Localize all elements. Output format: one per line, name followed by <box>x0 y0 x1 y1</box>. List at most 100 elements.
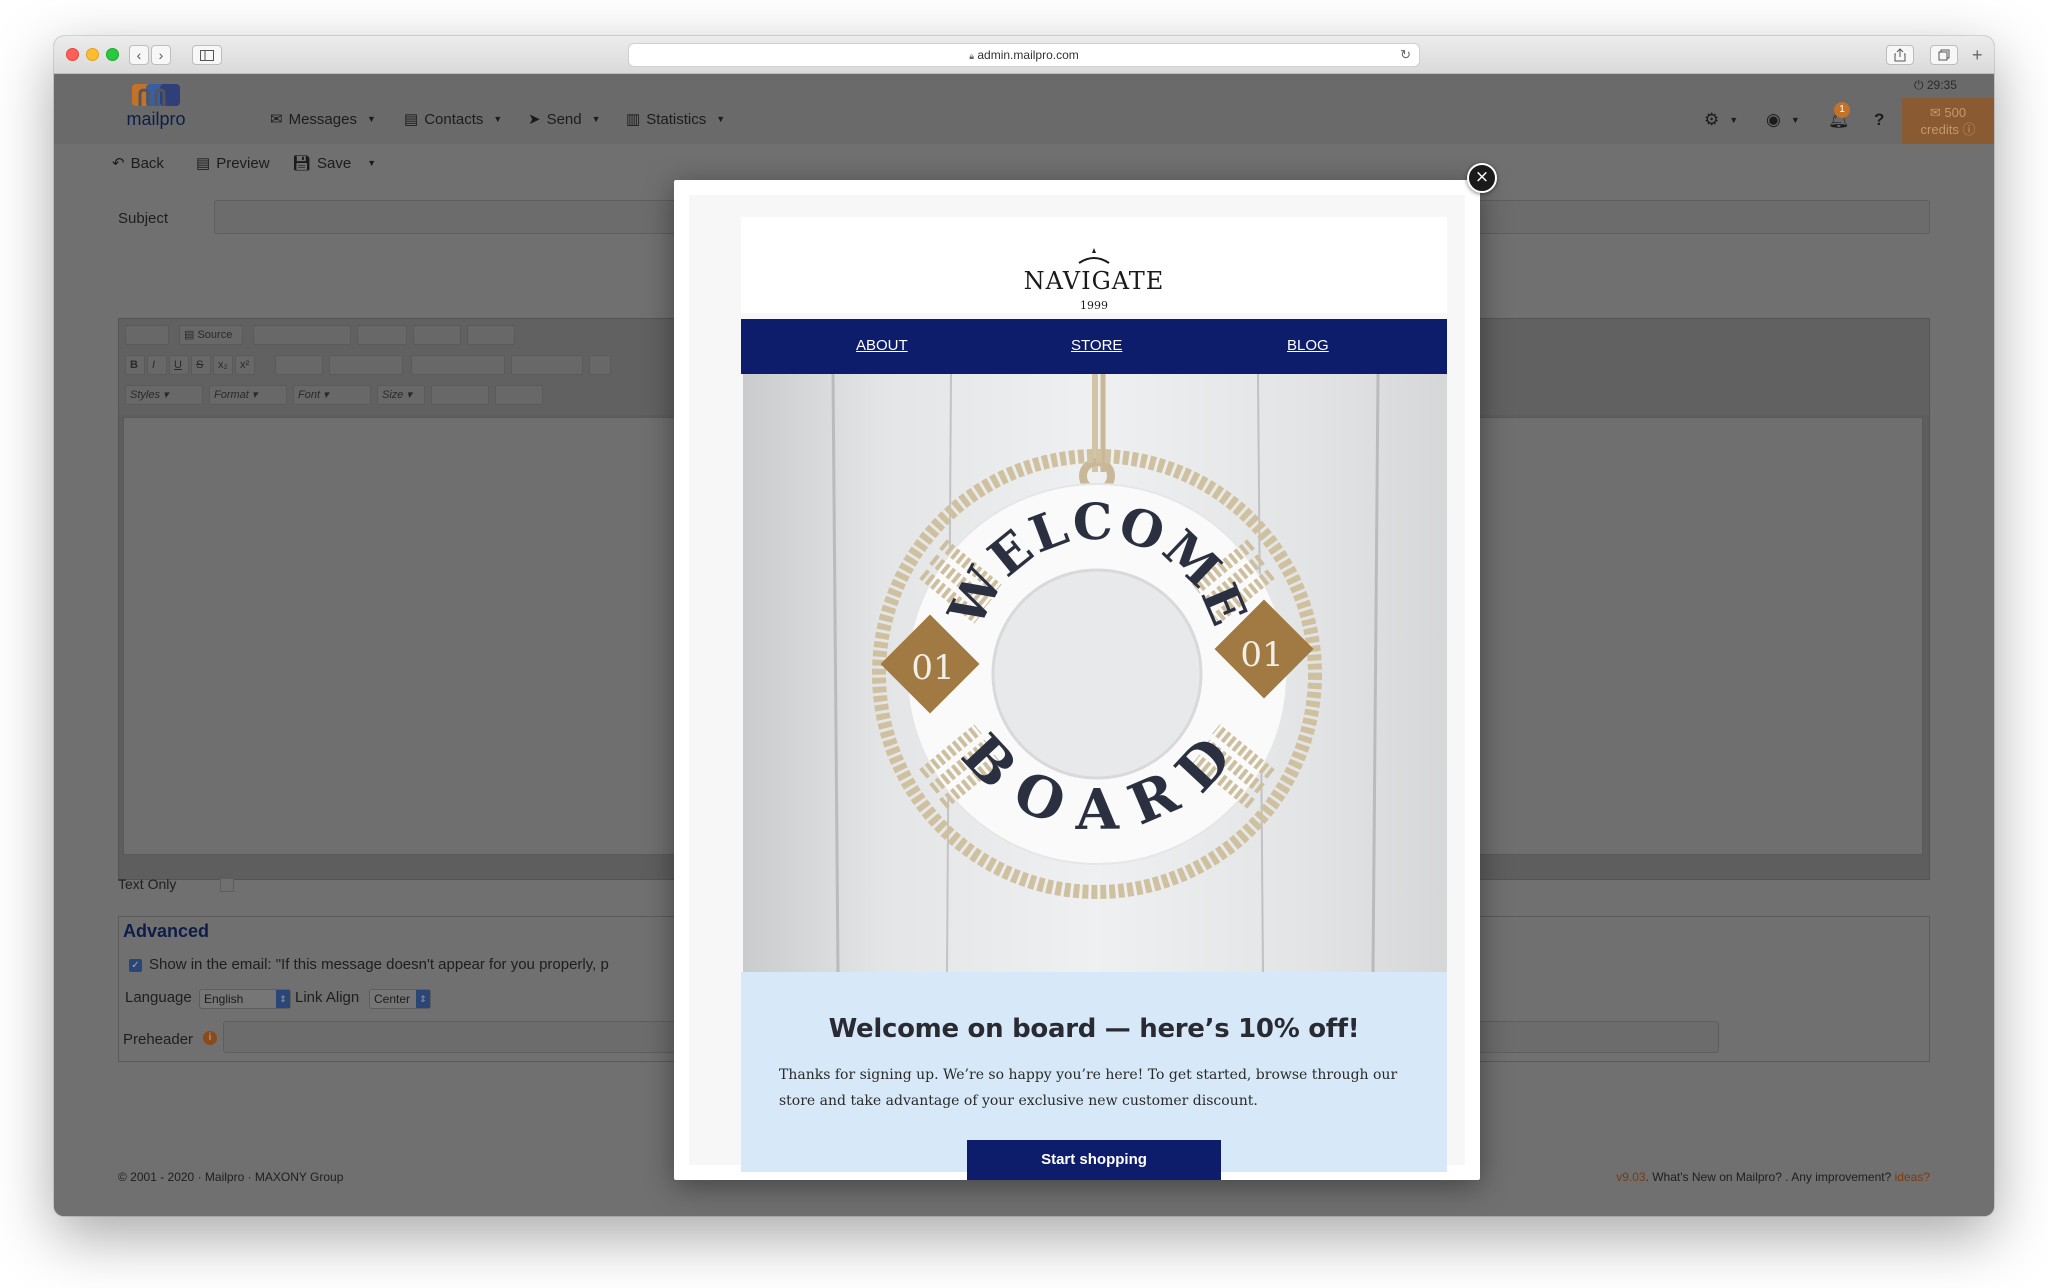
reload-icon[interactable]: ↻ <box>1400 44 1411 66</box>
menu-messages-label: Messages <box>288 110 357 128</box>
menu-send[interactable]: ➤ Send ▼ <box>528 110 601 129</box>
chart-icon: ▥ <box>626 111 641 128</box>
navigate-logo-mark <box>1078 248 1110 264</box>
format-select[interactable]: Format ▾ <box>209 385 287 405</box>
notification-badge: 1 <box>1834 102 1850 118</box>
caret-down-icon: ▼ <box>1790 115 1800 125</box>
size-select[interactable]: Size ▾ <box>377 385 425 405</box>
paste-group[interactable] <box>253 325 351 345</box>
envelope-icon: ✉ <box>270 111 283 128</box>
menu-statistics[interactable]: ▥ Statistics ▼ <box>626 110 725 129</box>
menu-contacts[interactable]: ▤ Contacts ▼ <box>404 110 503 129</box>
back-button[interactable]: ↶ Back <box>112 154 164 173</box>
mailpro-logo[interactable]: mailpro <box>120 82 192 136</box>
select-all-group[interactable] <box>467 325 515 345</box>
back-nav-button[interactable]: ‹ <box>129 45 149 65</box>
size-label: Size <box>382 389 404 401</box>
email-preview-modal: NAVIGATE 1999 ABOUT STORE BLOG 01 01 WEL… <box>674 180 1480 1180</box>
link-align-select[interactable]: Center ⇕ <box>369 989 431 1009</box>
font-select[interactable]: Font ▾ <box>293 385 371 405</box>
source-label: Source <box>197 329 233 341</box>
help-button[interactable]: ? <box>1874 110 1884 130</box>
credits-button[interactable]: ✉ 500 credits ⓘ <box>1902 98 1994 144</box>
subscript-button[interactable]: x₂ <box>213 355 233 375</box>
address-bar[interactable]: 🔒︎ admin.mailpro.com ↻ <box>629 44 1419 66</box>
logo-text: mailpro <box>126 109 186 129</box>
forward-nav-button[interactable]: › <box>151 45 171 65</box>
preview-button[interactable]: ▤ Preview <box>196 154 270 173</box>
caret-down-icon: ▼ <box>1729 115 1739 125</box>
email-nav-store[interactable]: STORE <box>1071 337 1122 354</box>
close-icon[interactable]: × <box>1467 163 1497 193</box>
version-link[interactable]: v9.03 <box>1616 1170 1645 1184</box>
chevron-updown-icon: ⇕ <box>416 990 430 1008</box>
language-select[interactable]: English ⇕ <box>199 989 291 1009</box>
save-button[interactable]: 💾︎ Save ▼ <box>292 154 377 173</box>
settings-menu[interactable]: ⚙ ▼ <box>1704 110 1738 130</box>
link-align-label: Link Align <box>295 989 360 1006</box>
new-tab-button[interactable]: + <box>1972 46 1983 64</box>
text-only-label: Text Only <box>118 876 177 892</box>
lifebuoy-illustration: 01 01 WELCOME BOARD <box>743 374 1447 972</box>
tabs-icon <box>1938 49 1950 61</box>
hero-badge-left: 01 <box>911 648 954 688</box>
language-value: English <box>204 992 244 1006</box>
close-window-button[interactable] <box>66 48 79 61</box>
image-button[interactable] <box>589 355 611 375</box>
ideas-link[interactable]: ideas? <box>1895 1170 1930 1184</box>
promo-body: Thanks for signing up. We’re so happy yo… <box>779 1067 1398 1109</box>
caret-down-icon: ▼ <box>366 114 376 124</box>
superscript-button[interactable]: x² <box>235 355 255 375</box>
back-icon: ↶ <box>112 155 125 172</box>
brand-header: NAVIGATE 1999 <box>741 217 1447 313</box>
session-timer: ⏻ 29:35 <box>1914 78 1957 93</box>
save-icon: 💾︎ <box>292 155 312 172</box>
account-menu[interactable]: ◉ ▼ <box>1766 110 1800 130</box>
indent-group[interactable] <box>329 355 403 375</box>
gear-icon: ⚙ <box>1704 110 1720 129</box>
italic-button[interactable]: I <box>147 355 167 375</box>
strike-button[interactable]: S <box>191 355 211 375</box>
minimize-window-button[interactable] <box>86 48 99 61</box>
caret-down-icon: ▼ <box>493 114 503 124</box>
link-group[interactable] <box>511 355 583 375</box>
link-align-value: Center <box>374 992 411 1006</box>
advanced-title: Advanced <box>123 921 210 941</box>
sidebar-toggle-button[interactable] <box>192 45 222 65</box>
info-icon: ⓘ <box>1962 122 1976 137</box>
browser-window: ‹ › 🔒︎ admin.mailpro.com ↻ + mailpro ✉ M… <box>54 36 1994 1216</box>
maximize-group[interactable] <box>495 385 543 405</box>
text-only-checkbox[interactable] <box>220 878 234 892</box>
footer-links: v9.03. What's New on Mailpro? . Any impr… <box>1604 1170 1930 1184</box>
menu-contacts-label: Contacts <box>424 110 484 128</box>
footer-copyright: © 2001 - 2020 · Mailpro · MAXONY Group <box>118 1170 344 1184</box>
email-nav-blog[interactable]: BLOG <box>1287 337 1329 354</box>
info-icon[interactable]: i <box>203 1031 217 1045</box>
tabs-button[interactable] <box>1930 45 1958 65</box>
list-group[interactable] <box>275 355 323 375</box>
back-label: Back <box>130 154 164 172</box>
styles-select[interactable]: Styles ▾ <box>125 385 203 405</box>
start-shopping-button[interactable]: Start shopping <box>967 1140 1221 1180</box>
credits-label: credits <box>1920 122 1959 137</box>
underline-button[interactable]: U <box>169 355 189 375</box>
caret-down-icon: ▼ <box>367 158 377 168</box>
bold-button[interactable]: B <box>125 355 145 375</box>
undo-redo-group[interactable] <box>357 325 407 345</box>
cut-button[interactable] <box>125 325 169 345</box>
source-button[interactable]: ▤ Source <box>179 325 243 345</box>
email-nav-about[interactable]: ABOUT <box>856 337 908 354</box>
find-group[interactable] <box>413 325 461 345</box>
whats-new-text[interactable]: . What's New on Mailpro? . Any improveme… <box>1646 1170 1892 1184</box>
share-icon <box>1894 48 1906 62</box>
sidebar-icon <box>200 50 214 61</box>
share-button[interactable] <box>1886 45 1914 65</box>
menu-messages[interactable]: ✉ Messages ▼ <box>270 110 376 129</box>
color-group[interactable] <box>431 385 489 405</box>
promo-section: Welcome on board — here’s 10% off! Thank… <box>741 972 1447 1180</box>
maximize-window-button[interactable] <box>106 48 119 61</box>
preview-label: Preview <box>216 154 270 172</box>
lock-icon: 🔒︎ <box>969 51 975 61</box>
show-in-email-checkbox[interactable]: ✓ <box>129 959 142 972</box>
align-group[interactable] <box>411 355 505 375</box>
